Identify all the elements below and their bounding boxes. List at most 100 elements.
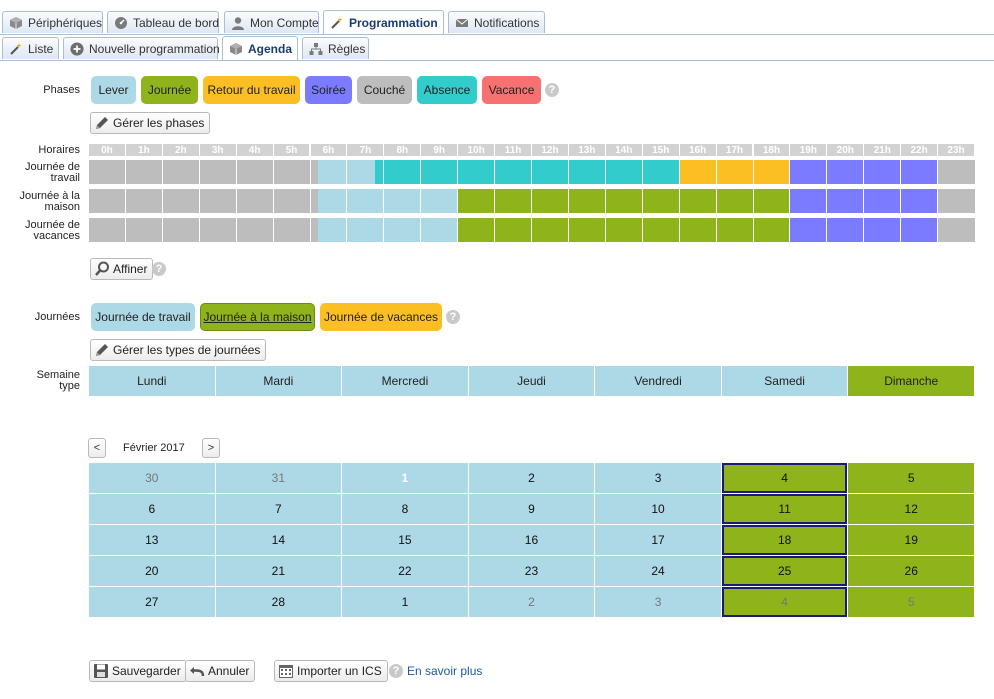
phase-lever[interactable]: Lever (91, 76, 136, 104)
calendar-day[interactable]: 9 (468, 494, 595, 524)
calendar-day[interactable]: 11 (721, 494, 848, 524)
hour-separator (567, 189, 569, 213)
schedule-segment[interactable] (679, 160, 791, 184)
refine-button[interactable]: Affiner (90, 258, 154, 280)
calendar-day[interactable]: 30 (89, 463, 215, 493)
calendar-day[interactable]: 4 (721, 463, 848, 493)
calendar-day[interactable]: 3 (595, 463, 721, 493)
weekday-6[interactable]: Dimanche (848, 366, 974, 396)
hour-separator (161, 160, 163, 184)
calendar-day[interactable]: 27 (89, 587, 215, 617)
help-icon[interactable]: ? (545, 83, 559, 97)
calendar-day[interactable]: 21 (215, 556, 342, 586)
calendar-day[interactable]: 15 (342, 525, 468, 555)
calendar-day[interactable]: 4 (721, 587, 848, 617)
calendar-day[interactable]: 31 (215, 463, 342, 493)
tab-programmation[interactable]: Programmation (323, 10, 444, 34)
schedule-segment[interactable] (938, 218, 975, 242)
hour-separator (124, 218, 126, 242)
phase-absence[interactable]: Absence (417, 76, 477, 104)
phase-journee[interactable]: Journée (141, 76, 198, 104)
weekday-0[interactable]: Lundi (89, 366, 215, 396)
import-ics-button[interactable]: Importer un ICS (274, 660, 388, 682)
calendar-day[interactable]: 12 (848, 494, 974, 524)
calendar-day[interactable]: 8 (342, 494, 468, 524)
calendar-day[interactable]: 5 (848, 587, 974, 617)
daytype-journee-de-vacances[interactable]: Journée de vacances (320, 303, 442, 331)
calendar-day[interactable]: 28 (215, 587, 342, 617)
tab-mon-compte[interactable]: Mon Compte (224, 11, 319, 33)
calendar-day[interactable]: 20 (89, 556, 215, 586)
schedule-segment[interactable] (89, 218, 318, 242)
weekday-4[interactable]: Vendredi (595, 366, 721, 396)
calendar-day[interactable]: 19 (848, 525, 974, 555)
phase-vacance[interactable]: Vacance (482, 76, 541, 104)
tab-peripheriques[interactable]: Périphériques (2, 11, 103, 33)
calendar-day[interactable]: 17 (595, 525, 721, 555)
weekday-1[interactable]: Mardi (215, 366, 342, 396)
cube-icon (229, 42, 243, 56)
manage-day-types-button[interactable]: Gérer les types de journées (90, 339, 267, 361)
tab-agenda[interactable]: Agenda (222, 36, 298, 60)
calendar-day[interactable]: 18 (721, 525, 848, 555)
schedule-segment[interactable] (458, 218, 791, 242)
daytype-journee-a-la-maison[interactable]: Journée à la maison (200, 303, 315, 331)
calendar-day[interactable]: 2 (468, 587, 595, 617)
hour-cell: 3h (199, 144, 236, 156)
schedule-segment[interactable] (317, 189, 459, 213)
calendar-day[interactable]: 23 (468, 556, 595, 586)
tab-tableau-de-bord[interactable]: Tableau de bord (107, 11, 219, 33)
hour-cell: 17h (716, 144, 753, 156)
hour-separator (309, 189, 311, 213)
calendar-day[interactable]: 5 (848, 463, 974, 493)
help-icon[interactable]: ? (446, 310, 460, 324)
calendar-day[interactable]: 16 (468, 525, 595, 555)
cancel-button[interactable]: Annuler (185, 660, 256, 682)
hour-separator (715, 160, 717, 184)
calendar-day[interactable]: 3 (595, 587, 721, 617)
hour-separator (937, 160, 939, 184)
schedule-segment[interactable] (317, 218, 459, 242)
calendar-day[interactable]: 7 (215, 494, 342, 524)
daytype-journee-de-travail[interactable]: Journée de travail (91, 303, 195, 331)
calendar-day[interactable]: 6 (89, 494, 215, 524)
calendar-day[interactable]: 26 (848, 556, 974, 586)
hour-separator (715, 189, 717, 213)
calendar-day[interactable]: 1 (342, 587, 468, 617)
phase-retour-du-travail[interactable]: Retour du travail (203, 76, 300, 104)
schedule-segment[interactable] (89, 160, 318, 184)
help-icon[interactable]: ? (152, 262, 166, 276)
help-icon[interactable]: ? (389, 664, 403, 678)
calendar-day[interactable]: 10 (595, 494, 721, 524)
calendar-next-button[interactable]: > (202, 438, 220, 458)
schedule-segment[interactable] (938, 189, 975, 213)
save-button[interactable]: Sauvegarder (89, 660, 187, 682)
tab-liste[interactable]: Liste (2, 37, 59, 59)
main-tabs: Périphériques Tableau de bord Mon Compte… (0, 10, 994, 35)
phase-couche[interactable]: Couché (357, 76, 412, 104)
learn-more-link[interactable]: En savoir plus (407, 664, 482, 678)
magic-wand-icon (330, 16, 344, 30)
calendar-day[interactable]: 2 (468, 463, 595, 493)
calendar-day[interactable]: 25 (721, 556, 848, 586)
calendar-prev-button[interactable]: < (88, 438, 106, 458)
weekday-3[interactable]: Jeudi (468, 366, 595, 396)
schedule-segment[interactable] (89, 189, 318, 213)
hour-separator (937, 189, 939, 213)
weekday-2[interactable]: Mercredi (342, 366, 468, 396)
weekday-5[interactable]: Samedi (721, 366, 848, 396)
phase-soiree[interactable]: Soirée (305, 76, 352, 104)
tab-regles[interactable]: Règles (302, 37, 369, 59)
manage-phases-button[interactable]: Gérer les phases (90, 112, 211, 134)
schedule-segment[interactable] (938, 160, 975, 184)
calendar-day[interactable]: 1 (342, 463, 468, 493)
calendar-day[interactable]: 13 (89, 525, 215, 555)
tab-nouvelle-programmation[interactable]: Nouvelle programmation (63, 37, 220, 59)
envelope-icon (455, 16, 469, 30)
calendar-day[interactable]: 14 (215, 525, 342, 555)
schedule-segment[interactable] (458, 189, 791, 213)
plus-circle-icon (70, 41, 84, 56)
tab-notifications[interactable]: Notifications (448, 11, 545, 33)
calendar-day[interactable]: 22 (342, 556, 468, 586)
calendar-day[interactable]: 24 (595, 556, 721, 586)
